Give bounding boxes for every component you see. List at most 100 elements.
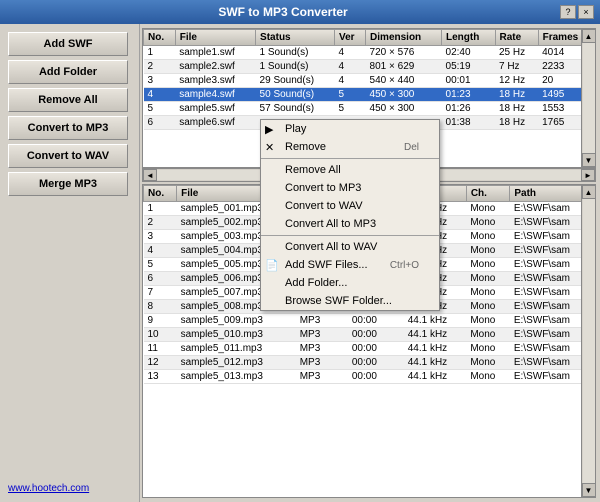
table-cell: Mono	[466, 244, 510, 258]
website-link[interactable]: www.hootech.com	[8, 483, 89, 494]
context-menu-item[interactable]: Add Folder...	[261, 274, 439, 292]
table-cell: Mono	[466, 230, 510, 244]
table-cell: MP3	[296, 328, 348, 342]
context-menu-separator	[261, 235, 439, 236]
app-title: SWF to MP3 Converter	[6, 5, 560, 19]
table-cell: 01:38	[442, 116, 495, 130]
context-menu-item[interactable]: Convert All to MP3	[261, 215, 439, 233]
vscroll-down-btn[interactable]: ▼	[582, 153, 596, 167]
close-button[interactable]: ×	[578, 5, 594, 19]
table-cell: Mono	[466, 286, 510, 300]
table-cell: 00:00	[348, 314, 404, 328]
context-menu-label: Convert to WAV	[285, 200, 363, 212]
context-menu-separator	[261, 158, 439, 159]
table-cell: 13	[144, 370, 177, 384]
table-cell: 00:01	[442, 74, 495, 88]
table-cell: 11	[144, 342, 177, 356]
add-swf-button[interactable]: Add SWF	[8, 32, 128, 56]
table-cell: 44.1 kHz	[404, 328, 467, 342]
table-cell: 1 Sound(s)	[256, 46, 335, 60]
table-cell: 44.1 kHz	[404, 356, 467, 370]
table-cell: 3	[144, 74, 176, 88]
col-dimension: Dimension	[366, 30, 442, 46]
context-menu-icon: 📄	[265, 259, 279, 272]
table-cell: Mono	[466, 272, 510, 286]
table-cell: 3	[144, 230, 177, 244]
table-row[interactable]: 13sample5_013.mp3MP300:0044.1 kHzMonoE:\…	[144, 370, 595, 384]
table-cell: 29 Sound(s)	[256, 74, 335, 88]
bottom-table-vscroll[interactable]: ▲ ▼	[581, 185, 595, 497]
table-row[interactable]: 9sample5_009.mp3MP300:0044.1 kHzMonoE:\S…	[144, 314, 595, 328]
table-cell: Mono	[466, 342, 510, 356]
table-cell: 5	[144, 258, 177, 272]
table-row[interactable]: 2sample2.swf1 Sound(s)4801 × 62905:197 H…	[144, 60, 595, 74]
col-status: Status	[256, 30, 335, 46]
table-cell: 25 Hz	[495, 46, 538, 60]
remove-all-button[interactable]: Remove All	[8, 88, 128, 112]
table-cell: sample5_012.mp3	[177, 356, 296, 370]
table-cell: 05:19	[442, 60, 495, 74]
top-table-header: No. File Status Ver Dimension Length Rat…	[144, 30, 595, 46]
table-cell: sample6.swf	[175, 116, 255, 130]
table-cell: 801 × 629	[366, 60, 442, 74]
context-menu-label: Browse SWF Folder...	[285, 295, 392, 307]
table-cell: Mono	[466, 216, 510, 230]
table-row[interactable]: 5sample5.swf57 Sound(s)5450 × 30001:2618…	[144, 102, 595, 116]
context-menu-item[interactable]: Convert to WAV	[261, 197, 439, 215]
context-menu-item[interactable]: Remove All	[261, 161, 439, 179]
minimize-button[interactable]: ?	[560, 5, 576, 19]
table-cell: 720 × 576	[366, 46, 442, 60]
table-row[interactable]: 4sample4.swf50 Sound(s)5450 × 30001:2318…	[144, 88, 595, 102]
table-cell: 18 Hz	[495, 116, 538, 130]
context-menu-item[interactable]: Convert to MP3	[261, 179, 439, 197]
col-length: Length	[442, 30, 495, 46]
table-cell: 10	[144, 328, 177, 342]
convert-to-mp3-button[interactable]: Convert to MP3	[8, 116, 128, 140]
context-menu-label: Convert All to MP3	[285, 218, 376, 230]
table-cell: 6	[144, 116, 176, 130]
table-row[interactable]: 3sample3.swf29 Sound(s)4540 × 44000:0112…	[144, 74, 595, 88]
table-cell: Mono	[466, 314, 510, 328]
table-row[interactable]: 12sample5_012.mp3MP300:0044.1 kHzMonoE:\…	[144, 356, 595, 370]
hscroll-left-btn[interactable]: ◄	[143, 169, 157, 181]
context-menu-label: Add Folder...	[285, 277, 347, 289]
vscroll-up-btn[interactable]: ▲	[582, 29, 596, 43]
b-vscroll-down-btn[interactable]: ▼	[582, 483, 596, 497]
table-cell: 5	[335, 88, 366, 102]
table-cell: 1	[144, 202, 177, 216]
table-cell: Mono	[466, 300, 510, 314]
context-menu-item[interactable]: Browse SWF Folder...	[261, 292, 439, 310]
table-cell: sample4.swf	[175, 88, 255, 102]
add-folder-button[interactable]: Add Folder	[8, 60, 128, 84]
top-table-vscroll[interactable]: ▲ ▼	[581, 29, 595, 167]
table-cell: 540 × 440	[366, 74, 442, 88]
col-no: No.	[144, 30, 176, 46]
context-menu-icon: ✕	[265, 141, 274, 154]
table-cell: 8	[144, 300, 177, 314]
table-cell: sample2.swf	[175, 60, 255, 74]
context-menu-item[interactable]: ▶Play	[261, 120, 439, 138]
b-col-ch: Ch.	[466, 186, 510, 202]
table-row[interactable]: 10sample5_010.mp3MP300:0044.1 kHzMonoE:\…	[144, 328, 595, 342]
context-menu-item[interactable]: ✕RemoveDel	[261, 138, 439, 156]
table-row[interactable]: 1sample1.swf1 Sound(s)4720 × 57602:4025 …	[144, 46, 595, 60]
table-cell: 4	[335, 74, 366, 88]
hscroll-right-btn[interactable]: ►	[581, 169, 595, 181]
table-row[interactable]: 11sample5_011.mp3MP300:0044.1 kHzMonoE:\…	[144, 342, 595, 356]
context-menu-label: Play	[285, 123, 306, 135]
table-cell: 01:26	[442, 102, 495, 116]
table-cell: sample5_010.mp3	[177, 328, 296, 342]
table-cell: 7 Hz	[495, 60, 538, 74]
convert-to-wav-button[interactable]: Convert to WAV	[8, 144, 128, 168]
context-menu-item[interactable]: 📄Add SWF Files...Ctrl+O	[261, 256, 439, 274]
merge-mp3-button[interactable]: Merge MP3	[8, 172, 128, 196]
context-menu-item[interactable]: Convert All to WAV	[261, 238, 439, 256]
b-vscroll-up-btn[interactable]: ▲	[582, 185, 596, 199]
table-cell: 5	[144, 102, 176, 116]
table-cell: sample5_011.mp3	[177, 342, 296, 356]
table-cell: MP3	[296, 314, 348, 328]
table-cell: sample5.swf	[175, 102, 255, 116]
content-area: No. File Status Ver Dimension Length Rat…	[140, 24, 600, 502]
col-file: File	[175, 30, 255, 46]
table-cell: 02:40	[442, 46, 495, 60]
